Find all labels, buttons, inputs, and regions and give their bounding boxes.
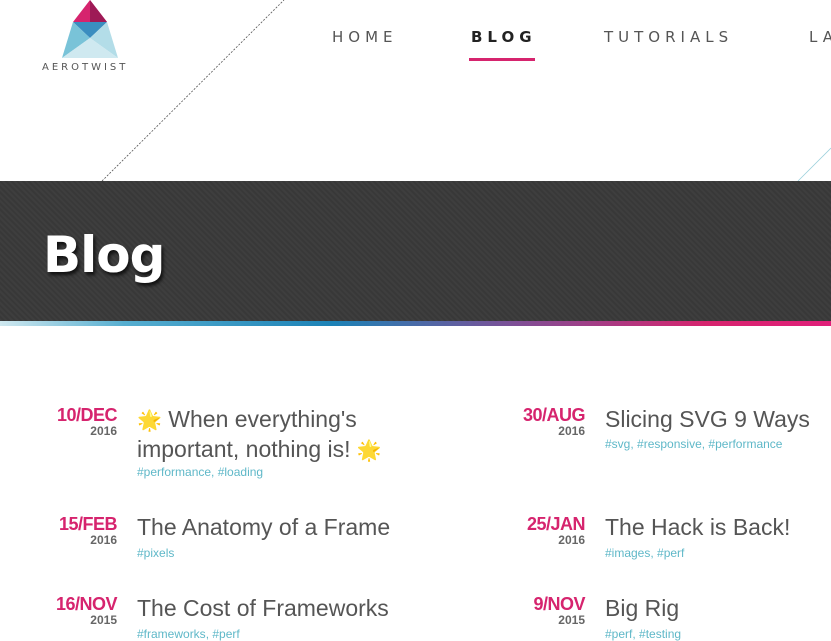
tag-link[interactable]: #performance	[708, 437, 782, 451]
post-year: 2015	[90, 613, 117, 627]
tag-link[interactable]: #images	[605, 546, 650, 560]
post-day-month: 16/NOV	[55, 594, 118, 614]
post-title-link[interactable]: The Anatomy of a Frame	[137, 513, 390, 541]
nav-item-home[interactable]: HOME	[332, 28, 398, 46]
tag-link[interactable]: #loading	[218, 465, 263, 479]
page-banner: Blog	[0, 181, 831, 321]
post-date: 16/NOV 2015	[37, 594, 118, 627]
post-date: 25/JAN 2016	[505, 514, 586, 547]
post-year: 2016	[558, 533, 585, 547]
tag-link[interactable]: #frameworks	[137, 627, 206, 641]
post-day-month: 10/DEC	[56, 405, 118, 425]
post-title-link[interactable]: Big Rig	[605, 594, 679, 622]
post-year: 2015	[558, 613, 585, 627]
post-day-month: 25/JAN	[526, 514, 586, 534]
post-tags: #perf, #testing	[605, 627, 682, 641]
tag-link[interactable]: #responsive	[637, 437, 702, 451]
post-title-link[interactable]: Slicing SVG 9 Ways	[605, 405, 831, 433]
tag-link[interactable]: #perf	[657, 546, 684, 560]
post-title-line1: When everything's	[168, 406, 357, 432]
post-title-line2: important, nothing is!	[137, 436, 351, 462]
post-title-link[interactable]: The Cost of Frameworks	[137, 594, 389, 622]
post-year: 2016	[90, 424, 117, 438]
page-title: Blog	[43, 226, 165, 284]
tag-link[interactable]: #pixels	[137, 546, 174, 560]
post-day-month: 15/FEB	[58, 514, 118, 534]
post-tags: #images, #perf	[605, 546, 685, 560]
post-tags: #svg, #responsive, #performance	[605, 437, 783, 451]
post-day-month: 9/NOV	[533, 594, 585, 614]
post-date: 30/AUG 2016	[505, 405, 586, 438]
post-date: 9/NOV 2015	[505, 594, 585, 627]
nav-item-tutorials[interactable]: TUTORIALS	[604, 28, 733, 46]
post-date: 10/DEC 2016	[37, 405, 118, 438]
post-date: 15/FEB 2016	[37, 514, 118, 547]
tag-link[interactable]: #perf	[605, 627, 632, 641]
star-emoji-icon: 🌟	[137, 410, 162, 432]
post-tags: #frameworks, #perf	[137, 627, 240, 641]
post-tags: #performance, #loading	[137, 465, 264, 479]
tag-link[interactable]: #performance	[137, 465, 211, 479]
post-year: 2016	[558, 424, 585, 438]
post-title-link[interactable]: The Hack is Back!	[605, 513, 790, 541]
site-header: AEROTWIST HOME BLOG TUTORIALS LA	[0, 0, 831, 181]
tag-link[interactable]: #testing	[639, 627, 681, 641]
post-day-month: 30/AUG	[522, 405, 586, 425]
post-title-link[interactable]: 🌟 When everything's important, nothing i…	[137, 405, 427, 465]
main-nav: HOME BLOG TUTORIALS LA	[0, 28, 831, 68]
nav-item-labs[interactable]: LA	[809, 28, 831, 46]
post-tags: #pixels	[137, 546, 174, 560]
star-emoji-icon: 🌟	[356, 440, 382, 462]
post-year: 2016	[90, 533, 117, 547]
active-nav-indicator	[469, 58, 535, 61]
gradient-divider	[0, 321, 831, 326]
tag-link[interactable]: #svg	[605, 437, 630, 451]
nav-item-blog[interactable]: BLOG	[471, 28, 537, 46]
tag-link[interactable]: #perf	[212, 627, 239, 641]
